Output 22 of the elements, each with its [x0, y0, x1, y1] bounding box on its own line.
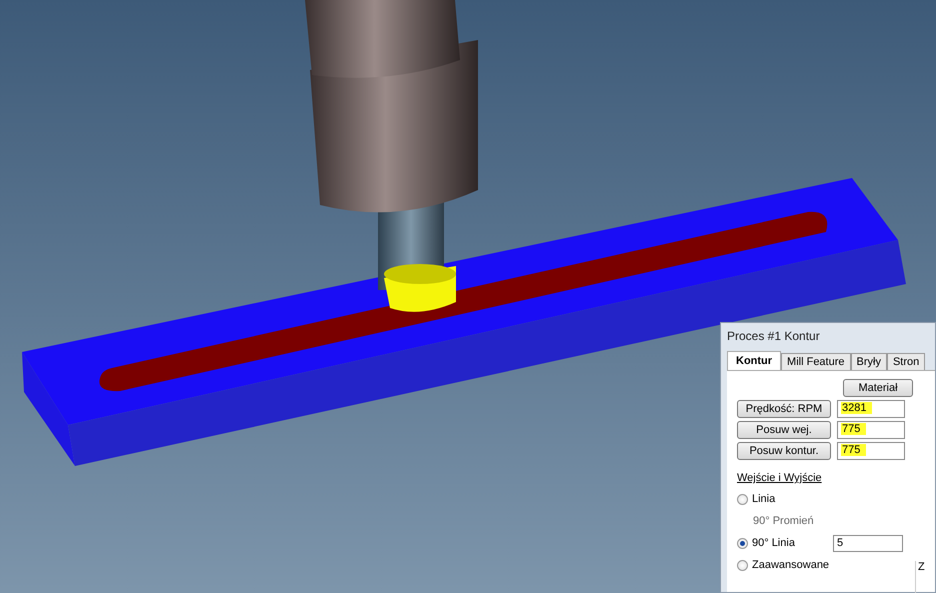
option-label: 90° Promień	[752, 515, 814, 527]
input-field[interactable]: 775	[837, 421, 905, 439]
radio-label: Zaawansowane	[752, 559, 830, 571]
tab[interactable]: Bryły	[850, 353, 887, 370]
radio-button[interactable]	[737, 560, 748, 570]
tab[interactable]: Mill Feature	[781, 353, 851, 370]
dialog-title: Proces #1 Kontur	[726, 328, 821, 345]
radio-label: Linia	[752, 493, 776, 505]
group-label: Z	[918, 561, 925, 573]
input-field[interactable]: 775	[837, 442, 905, 460]
input-field[interactable]: 5	[832, 534, 903, 552]
section-heading: Wejście i Wyjście	[737, 472, 822, 484]
parameter-button[interactable]: Posuw kontur.	[737, 442, 831, 460]
radio-label: 90° Linia	[752, 537, 795, 549]
parameter-button[interactable]: Prędkość: RPM	[737, 400, 831, 418]
material-button[interactable]: Materiał	[843, 379, 913, 397]
radio-button[interactable]	[737, 494, 748, 504]
tab[interactable]: Kontur	[727, 351, 782, 370]
tab[interactable]: Stron	[886, 353, 926, 370]
input-field[interactable]: 3281	[837, 400, 905, 418]
radio-button[interactable]	[737, 538, 748, 548]
parameter-button[interactable]: Posuw wej.	[737, 421, 831, 439]
